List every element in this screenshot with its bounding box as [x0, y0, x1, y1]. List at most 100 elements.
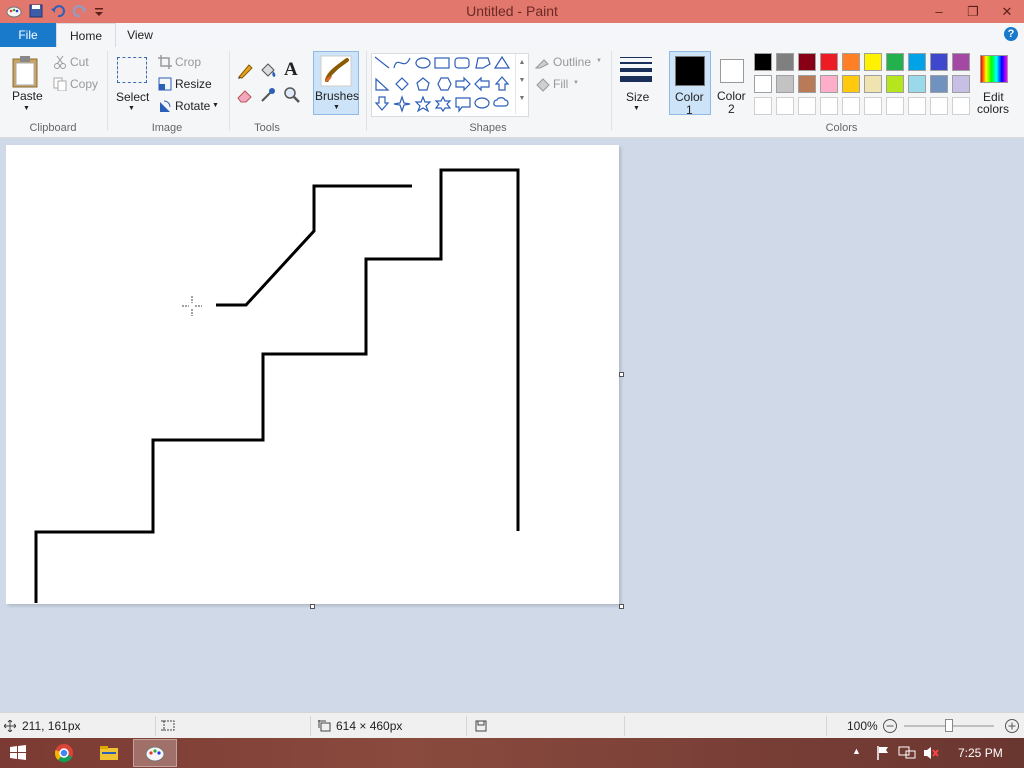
close-button[interactable]: ✕ [990, 0, 1024, 23]
canvas-resize-handle-right[interactable] [619, 372, 624, 377]
palette-swatch[interactable] [820, 97, 838, 115]
select-button[interactable]: Select ▼ [114, 53, 150, 115]
edit-colors-label-line2: colors [977, 102, 1010, 116]
shapes-scroll-bar[interactable]: ▲ ▼ ▼ [515, 54, 528, 114]
shapes-group-label: Shapes [469, 122, 507, 134]
clock[interactable]: 7:25 PM [958, 746, 1003, 760]
oval-shape-icon [415, 57, 431, 69]
size-dropdown-arrow-icon: ▼ [633, 105, 640, 112]
taskbar-paint-button[interactable] [133, 739, 177, 767]
brushes-button[interactable]: Brushes ▼ [313, 51, 359, 115]
windows-start-icon[interactable] [6, 741, 30, 765]
tab-file[interactable]: File [0, 23, 56, 47]
staircase-line [34, 168, 520, 603]
zoom-out-icon[interactable] [882, 718, 898, 734]
palette-swatch[interactable] [776, 53, 794, 71]
palette-swatch[interactable] [864, 75, 882, 93]
palette-swatch[interactable] [820, 53, 838, 71]
chrome-icon[interactable] [52, 741, 76, 765]
palette-swatch[interactable] [952, 75, 970, 93]
palette-swatch[interactable] [798, 75, 816, 93]
palette-swatch[interactable] [864, 97, 882, 115]
size-button[interactable]: Size ▼ [617, 53, 655, 115]
palette-swatch[interactable] [886, 97, 904, 115]
minimize-button[interactable]: – [922, 0, 956, 23]
palette-swatch[interactable] [886, 53, 904, 71]
palette-swatch[interactable] [754, 53, 772, 71]
magnifier-icon[interactable] [283, 86, 301, 104]
pencil-icon[interactable] [236, 62, 254, 80]
color2-number: 2 [728, 102, 735, 116]
edit-colors-button[interactable]: Edit colors [975, 53, 1015, 117]
palette-swatch[interactable] [842, 53, 860, 71]
palette-swatch[interactable] [952, 97, 970, 115]
diamond-shape-icon [395, 77, 409, 91]
text-tool-icon[interactable]: A [284, 59, 298, 81]
status-bar: 211, 161px 614 × 460px 100% [0, 712, 1024, 739]
resize-button[interactable]: Resize [175, 77, 212, 91]
palette-swatch[interactable] [776, 75, 794, 93]
fill-bucket-icon[interactable] [259, 61, 277, 79]
palette-swatch[interactable] [886, 75, 904, 93]
file-size-icon [475, 720, 487, 732]
clipboard-group-label: Clipboard [29, 122, 77, 134]
help-button[interactable]: ? [1004, 27, 1018, 41]
color1-button[interactable]: Color 1 [669, 51, 711, 117]
right-triangle-shape-icon [375, 77, 390, 91]
up-arrow-shape-icon [494, 76, 510, 91]
paint-taskbar-icon [145, 746, 165, 762]
drawing-canvas[interactable] [6, 145, 619, 604]
staircase-drawing [34, 168, 520, 603]
palette-swatch[interactable] [820, 75, 838, 93]
action-center-flag-icon[interactable] [875, 745, 891, 761]
crop-button[interactable]: Crop [175, 55, 201, 69]
cut-button[interactable]: Cut [70, 55, 89, 69]
paste-label: Paste [12, 89, 43, 103]
palette-swatch[interactable] [864, 53, 882, 71]
network-icon[interactable] [898, 745, 916, 761]
canvas-resize-handle-corner[interactable] [619, 604, 624, 609]
restore-button[interactable]: ❐ [956, 0, 990, 23]
palette-swatch[interactable] [798, 53, 816, 71]
zoom-slider-thumb[interactable] [945, 719, 953, 732]
copy-icon [53, 77, 67, 91]
palette-swatch[interactable] [930, 53, 948, 71]
color-picker-icon[interactable] [259, 86, 277, 104]
show-hidden-icons-icon[interactable]: ▲ [852, 746, 861, 756]
copy-button[interactable]: Copy [70, 77, 98, 91]
rotate-button[interactable]: Rotate [175, 99, 210, 113]
palette-swatch[interactable] [908, 53, 926, 71]
tools-group-label: Tools [254, 122, 280, 134]
palette-swatch[interactable] [952, 53, 970, 71]
palette-swatch[interactable] [754, 75, 772, 93]
palette-swatch[interactable] [798, 97, 816, 115]
palette-swatch[interactable] [908, 75, 926, 93]
rectangle-shape-icon [434, 57, 450, 69]
polygon-shape-icon [475, 57, 491, 69]
file-explorer-icon[interactable] [97, 741, 121, 765]
fill-button[interactable]: Fill [553, 77, 568, 91]
paste-button[interactable]: Paste ▼ [8, 53, 44, 115]
outline-button[interactable]: Outline [553, 55, 591, 69]
eraser-icon[interactable] [236, 86, 254, 104]
six-point-star-shape-icon [434, 95, 452, 113]
title-bar: Untitled - Paint – ❐ ✕ [0, 0, 1024, 23]
canvas-size: 614 × 460px [336, 719, 403, 733]
canvas-resize-handle-bottom[interactable] [310, 604, 315, 609]
tab-home[interactable]: Home [56, 23, 116, 49]
zoom-in-icon[interactable] [1004, 718, 1020, 734]
image-group-label: Image [151, 122, 183, 134]
four-point-star-shape-icon [393, 95, 411, 113]
palette-swatch[interactable] [930, 97, 948, 115]
palette-swatch[interactable] [930, 75, 948, 93]
palette-swatch[interactable] [754, 97, 772, 115]
palette-swatch[interactable] [908, 97, 926, 115]
color2-button[interactable]: Color 2 [713, 51, 751, 116]
volume-muted-icon[interactable] [922, 745, 940, 761]
palette-swatch[interactable] [842, 97, 860, 115]
tab-view[interactable]: View [114, 23, 166, 47]
palette-swatch[interactable] [776, 97, 794, 115]
palette-swatch[interactable] [842, 75, 860, 93]
zoom-slider[interactable] [904, 719, 994, 732]
crop-icon [158, 55, 172, 69]
